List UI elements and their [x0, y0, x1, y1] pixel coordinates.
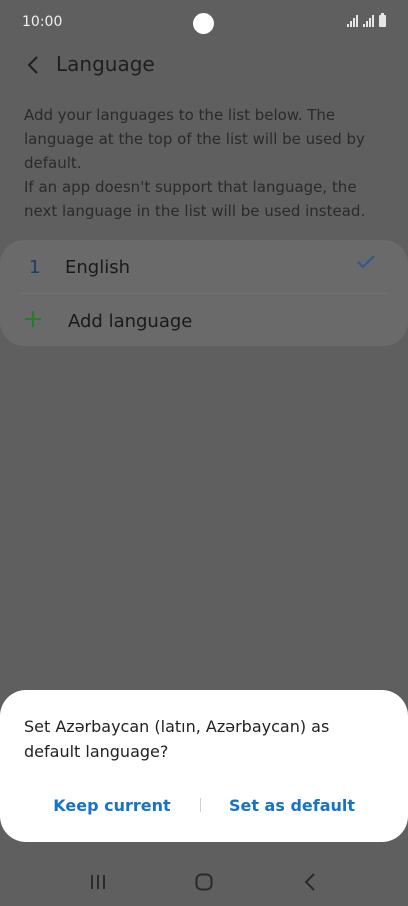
plus-icon: [25, 311, 41, 327]
camera-cutout: [193, 13, 214, 34]
language-index: 1: [29, 257, 41, 278]
home-button[interactable]: [184, 868, 224, 896]
description-line-2: If an app doesn't support that language,…: [24, 178, 366, 220]
add-language-label: Add language: [68, 311, 193, 332]
recents-button[interactable]: [78, 868, 118, 896]
description-line-1: Add your languages to the list below. Th…: [24, 106, 365, 172]
status-time: 10:00: [22, 14, 63, 30]
app-header: Language: [0, 46, 408, 86]
back-arrow-icon: [27, 56, 38, 74]
status-icons: [347, 13, 386, 27]
recents-icon: [91, 875, 105, 889]
page-title: Language: [56, 52, 155, 76]
language-name: English: [65, 257, 130, 278]
back-button[interactable]: [18, 50, 48, 80]
home-icon: [195, 873, 213, 891]
nav-back-button[interactable]: [290, 868, 330, 896]
battery-icon: [379, 13, 386, 27]
description: Add your languages to the list below. Th…: [24, 103, 394, 223]
add-language-button[interactable]: Add language: [20, 296, 388, 350]
set-as-default-button[interactable]: Set as default: [224, 790, 360, 820]
nav-back-icon: [304, 873, 315, 891]
dialog-divider: [200, 798, 201, 812]
navigation-bar: [0, 858, 408, 906]
language-item-english[interactable]: 1 English: [20, 240, 388, 294]
cell-signal-icon: [363, 15, 374, 27]
dialog-message: Set Azərbaycan (latın, Azərbaycan) as de…: [24, 717, 330, 761]
check-icon: [357, 255, 375, 269]
default-language-dialog: Set Azərbaycan (latın, Azərbaycan) as de…: [0, 690, 408, 842]
wifi-signal-icon: [347, 15, 358, 27]
dialog-actions: Keep current Set as default: [0, 790, 408, 820]
status-bar: 10:00: [0, 0, 408, 46]
language-list-card: 1 English Add language: [0, 240, 408, 346]
keep-current-button[interactable]: Keep current: [50, 790, 174, 820]
